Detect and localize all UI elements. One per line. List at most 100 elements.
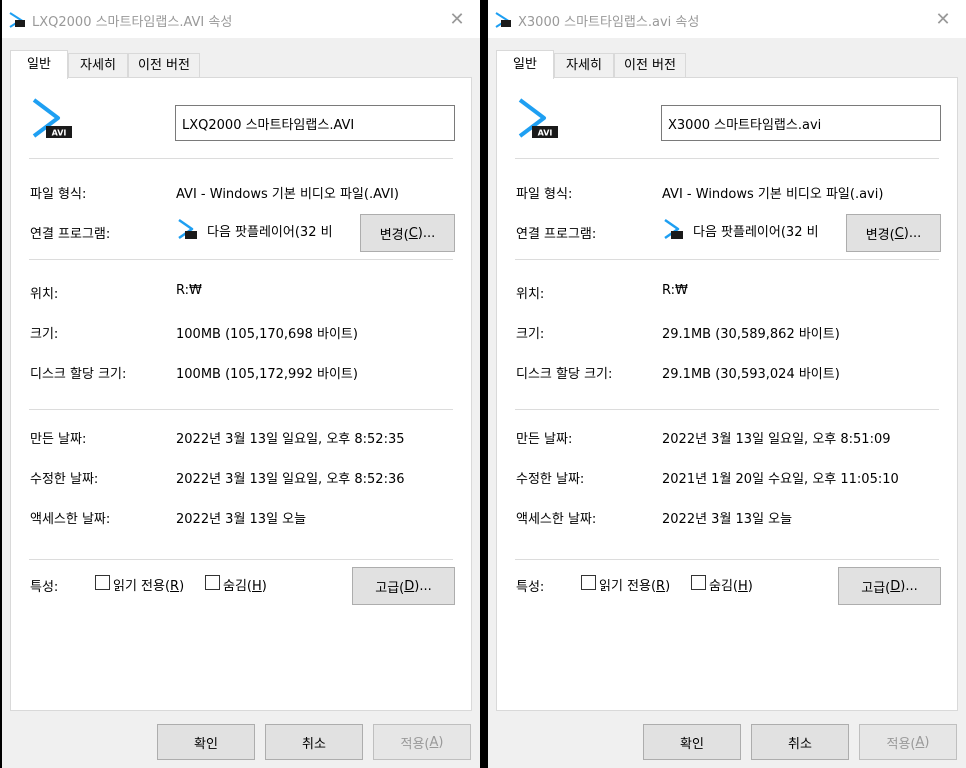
disk-size-label: 디스크 할당 크기: — [516, 367, 613, 382]
created-label: 만든 날짜: — [30, 432, 87, 447]
close-icon: ✕ — [449, 8, 465, 30]
created-value: 2022년 3월 13일 일요일, 오후 8:52:35 — [176, 432, 405, 447]
created-label: 만든 날짜: — [516, 432, 573, 447]
ok-button[interactable]: 확인 — [643, 724, 741, 760]
size-value: 100MB (105,170,698 바이트) — [176, 327, 358, 342]
apply-label: 적용( — [886, 736, 916, 752]
accessed-value: 2022년 3월 13일 오늘 — [662, 512, 793, 527]
potplayer-icon — [178, 218, 197, 240]
apply-button[interactable]: 적용(A) — [859, 724, 957, 760]
title-bar: LXQ2000 스마트타임랩스.AVI 속성 ✕ — [2, 0, 480, 38]
hidden-label[interactable]: 숨김(H) — [223, 575, 267, 594]
tab-previous-versions[interactable]: 이전 버전 — [614, 53, 686, 77]
title-bar: X3000 스마트타임랩스.avi 속성 ✕ — [488, 0, 966, 38]
readonly-label[interactable]: 읽기 전용(R) — [113, 575, 184, 594]
readonly-checkbox[interactable] — [95, 575, 110, 590]
readonly-accesskey: R — [656, 579, 666, 594]
potplayer-icon — [664, 218, 683, 240]
separator — [29, 158, 453, 159]
hidden-text: 숨김( — [709, 579, 738, 594]
apply-accesskey: A — [429, 734, 439, 750]
readonly-label[interactable]: 읽기 전용(R) — [599, 575, 670, 594]
video-file-icon — [495, 12, 511, 28]
readonly-tail: ) — [179, 579, 185, 594]
location-label: 위치: — [30, 287, 59, 302]
avi-file-icon: AVI — [518, 98, 558, 138]
hidden-checkbox[interactable] — [205, 575, 220, 590]
file-type-value: AVI - Windows 기본 비디오 파일(.AVI) — [176, 187, 399, 202]
separator — [29, 409, 453, 410]
close-button[interactable]: ✕ — [434, 0, 480, 38]
hidden-label[interactable]: 숨김(H) — [709, 575, 753, 594]
filename-input[interactable] — [661, 105, 941, 141]
change-button[interactable]: 변경(C)... — [846, 214, 941, 252]
advanced-button[interactable]: 고급(D)... — [838, 567, 941, 605]
hidden-tail: ) — [747, 579, 753, 594]
cancel-button[interactable]: 취소 — [751, 724, 849, 760]
disk-size-value: 29.1MB (30,593,024 바이트) — [662, 367, 840, 382]
change-accesskey: C — [408, 225, 418, 241]
hidden-tail: ) — [261, 579, 267, 594]
opens-with-label: 연결 프로그램: — [516, 227, 597, 242]
advanced-label: 고급( — [861, 580, 891, 596]
advanced-accesskey: D — [404, 578, 415, 594]
tab-details[interactable]: 자세히 — [554, 53, 614, 77]
avi-badge-text: AVI — [52, 129, 67, 138]
disk-size-value: 100MB (105,172,992 바이트) — [176, 367, 358, 382]
separator — [515, 409, 939, 410]
file-type-label: 파일 형식: — [30, 187, 87, 202]
modified-label: 수정한 날짜: — [516, 472, 585, 487]
hidden-checkbox[interactable] — [691, 575, 706, 590]
opens-with-value: 다음 팟플레이어(32 비 — [693, 225, 819, 240]
separator — [515, 259, 939, 260]
change-tail: )... — [903, 225, 922, 241]
location-value: R:₩ — [662, 283, 688, 298]
separator — [29, 559, 453, 560]
readonly-checkbox[interactable] — [581, 575, 596, 590]
apply-accesskey: A — [915, 734, 925, 750]
apply-tail: ) — [438, 734, 444, 750]
opens-with-label: 연결 프로그램: — [30, 227, 111, 242]
apply-button[interactable]: 적용(A) — [373, 724, 471, 760]
change-button[interactable]: 변경(C)... — [360, 214, 455, 252]
change-tail: )... — [417, 225, 436, 241]
close-button[interactable]: ✕ — [920, 0, 966, 38]
advanced-button[interactable]: 고급(D)... — [352, 567, 455, 605]
modified-label: 수정한 날짜: — [30, 472, 99, 487]
window-title: LXQ2000 스마트타임랩스.AVI 속성 — [32, 15, 233, 30]
separator — [29, 259, 453, 260]
properties-dialog-x3000: X3000 스마트타임랩스.avi 속성 ✕ 일반 자세히 이전 버전 AVI … — [488, 0, 966, 768]
close-icon: ✕ — [935, 8, 951, 30]
tab-previous-versions[interactable]: 이전 버전 — [128, 53, 200, 77]
size-value: 29.1MB (30,589,862 바이트) — [662, 327, 840, 342]
modified-value: 2022년 3월 13일 일요일, 오후 8:52:36 — [176, 472, 405, 487]
size-label: 크기: — [30, 327, 59, 342]
location-value: R:₩ — [176, 283, 202, 298]
modified-value: 2021년 1월 20일 수요일, 오후 11:05:10 — [662, 472, 899, 487]
avi-file-icon: AVI — [32, 98, 72, 138]
location-label: 위치: — [516, 287, 545, 302]
ok-button[interactable]: 확인 — [157, 724, 255, 760]
filename-input[interactable] — [175, 105, 455, 141]
video-file-icon — [9, 12, 25, 28]
tab-general[interactable]: 일반 — [10, 50, 68, 79]
disk-size-label: 디스크 할당 크기: — [30, 367, 127, 382]
general-panel: AVI 파일 형식: AVI - Windows 기본 비디오 파일(.AVI)… — [10, 77, 472, 711]
tab-details[interactable]: 자세히 — [68, 53, 128, 77]
file-type-value: AVI - Windows 기본 비디오 파일(.avi) — [662, 187, 884, 202]
apply-label: 적용( — [400, 736, 430, 752]
hidden-accesskey: H — [738, 579, 748, 594]
separator — [515, 559, 939, 560]
attributes-label: 특성: — [30, 580, 59, 595]
advanced-accesskey: D — [890, 578, 901, 594]
separator — [515, 158, 939, 159]
apply-tail: ) — [924, 734, 930, 750]
avi-badge-text: AVI — [538, 129, 553, 138]
advanced-tail: )... — [414, 578, 432, 594]
cancel-button[interactable]: 취소 — [265, 724, 363, 760]
readonly-text: 읽기 전용( — [113, 579, 171, 594]
readonly-text: 읽기 전용( — [599, 579, 657, 594]
tab-general[interactable]: 일반 — [496, 50, 554, 79]
readonly-accesskey: R — [170, 579, 180, 594]
window-title: X3000 스마트타임랩스.avi 속성 — [518, 15, 700, 30]
